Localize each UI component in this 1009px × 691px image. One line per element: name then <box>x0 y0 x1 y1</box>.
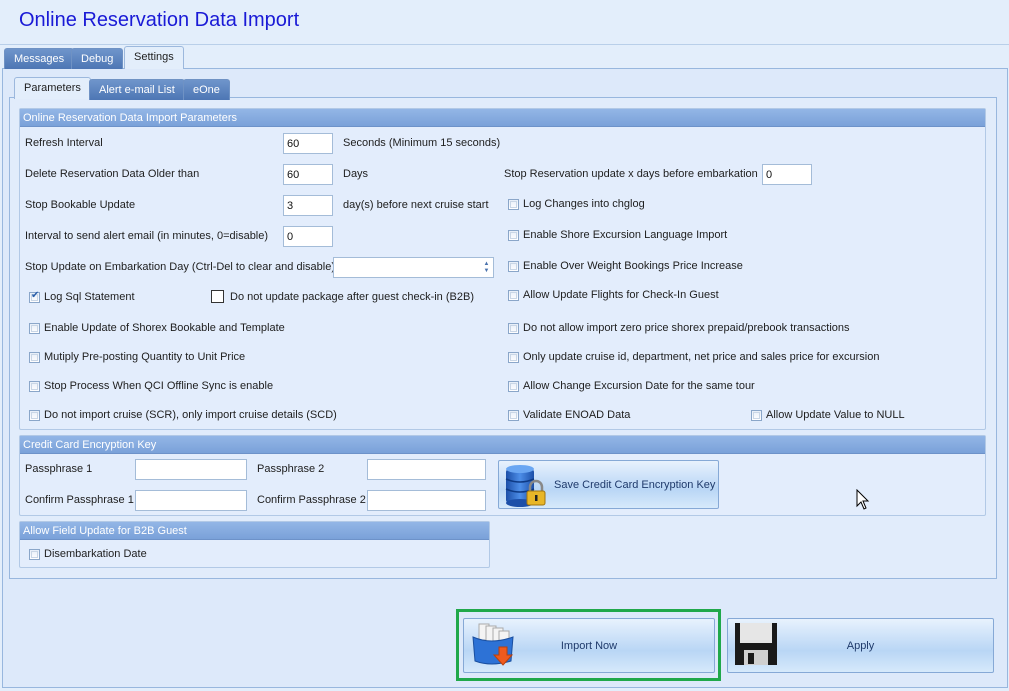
shorex-bookable-checkbox[interactable]: Enable Update of Shorex Bookable and Tem… <box>29 322 285 334</box>
passphrase2-input[interactable] <box>367 459 486 480</box>
tab-debug[interactable]: Debug <box>71 48 124 69</box>
checkbox-label: Validate ENOAD Data <box>523 409 631 421</box>
checkbox-icon <box>508 351 519 363</box>
tab-messages[interactable]: Messages <box>4 48 75 69</box>
apply-label: Apply <box>846 639 875 652</box>
save-encryption-key-button[interactable]: Save Credit Card Encryption Key <box>498 460 719 509</box>
stop-embark-day-label: Stop Update on Embarkation Day (Ctrl-Del… <box>25 261 335 273</box>
passphrase1-label: Passphrase 1 <box>25 463 93 475</box>
shore-excursion-language-checkbox[interactable]: Enable Shore Excursion Language Import <box>508 229 727 241</box>
checkbox-icon <box>508 409 519 421</box>
b2b-field-update-group: Allow Field Update for B2B Guest <box>19 521 490 568</box>
stop-qci-sync-checkbox[interactable]: Stop Process When QCI Offline Sync is en… <box>29 380 273 392</box>
checkbox-icon <box>29 548 40 560</box>
stop-bookable-suffix: day(s) before next cruise start <box>343 199 489 211</box>
delete-older-suffix: Days <box>343 168 369 180</box>
apply-button[interactable]: Apply <box>727 618 994 673</box>
checkbox-icon <box>508 198 519 210</box>
b2b-package-checkbox[interactable]: Do not update package after guest check-… <box>211 290 474 303</box>
checkbox-label: Allow Change Excursion Date for the same… <box>523 380 755 392</box>
log-changes-checkbox[interactable]: Log Changes into chglog <box>508 198 645 210</box>
import-now-button[interactable]: Import Now <box>463 618 715 673</box>
delete-older-input[interactable] <box>283 164 333 185</box>
log-sql-statement-checkbox[interactable]: Log Sql Statement <box>29 290 135 303</box>
title-divider <box>0 44 1009 45</box>
checkbox-label: Only update cruise id, department, net p… <box>523 351 880 363</box>
over-weight-price-checkbox[interactable]: Enable Over Weight Bookings Price Increa… <box>508 260 743 272</box>
spinner-arrows-icon[interactable]: ▲ ▼ <box>483 261 490 275</box>
mouse-cursor-icon <box>856 489 870 510</box>
checkbox-icon <box>29 380 40 392</box>
allow-null-checkbox[interactable]: Allow Update Value to NULL <box>751 409 905 421</box>
checkbox-label: Enable Over Weight Bookings Price Increa… <box>523 260 743 272</box>
checkbox-label: Do not import cruise (SCR), only import … <box>44 409 337 421</box>
checkbox-icon <box>29 351 40 363</box>
update-cruise-id-checkbox[interactable]: Only update cruise id, department, net p… <box>508 351 879 363</box>
checkbox-icon <box>508 289 519 301</box>
checkbox-icon <box>508 322 519 334</box>
stop-embark-day-spinner[interactable]: ▲ ▼ <box>333 257 494 278</box>
checkbox-label: Log Changes into chglog <box>523 198 645 210</box>
checkbox-icon <box>508 380 519 392</box>
group-header: Online Reservation Data Import Parameter… <box>20 109 985 127</box>
update-flights-checkbox[interactable]: Allow Update Flights for Check-In Guest <box>508 289 719 301</box>
checkbox-label: Disembarkation Date <box>44 548 147 560</box>
group-header: Allow Field Update for B2B Guest <box>20 522 489 540</box>
database-lock-icon <box>505 465 546 507</box>
tab-alert-email-list[interactable]: Alert e-mail List <box>89 79 185 100</box>
passphrase2-label: Passphrase 2 <box>257 463 325 475</box>
save-encryption-key-label: Save Credit Card Encryption Key <box>554 478 716 491</box>
window-title: Online Reservation Data Import <box>19 9 300 31</box>
confirm-passphrase1-label: Confirm Passphrase 1 <box>25 494 134 506</box>
checkbox-label: Do not update package after guest check-… <box>230 290 474 303</box>
checkbox-label: Log Sql Statement <box>44 291 135 303</box>
refresh-interval-suffix: Seconds (Minimum 15 seconds) <box>343 137 501 149</box>
disembarkation-date-checkbox[interactable]: Disembarkation Date <box>29 548 147 560</box>
alert-interval-input[interactable] <box>283 226 333 247</box>
refresh-interval-input[interactable] <box>283 133 333 154</box>
checkbox-icon <box>508 260 519 272</box>
group-header: Credit Card Encryption Key <box>20 436 985 454</box>
checkbox-label: Do not allow import zero price shorex pr… <box>523 322 850 334</box>
checkbox-label: Allow Update Flights for Check-In Guest <box>523 289 719 301</box>
stop-bookable-label: Stop Bookable Update <box>25 199 136 211</box>
tab-parameters[interactable]: Parameters <box>14 77 91 99</box>
zero-price-shorex-checkbox[interactable]: Do not allow import zero price shorex pr… <box>508 322 850 334</box>
passphrase1-input[interactable] <box>135 459 247 480</box>
checkbox-label: Mutiply Pre-posting Quantity to Unit Pri… <box>44 351 246 363</box>
tab-settings[interactable]: Settings <box>124 46 184 69</box>
confirm-passphrase2-input[interactable] <box>367 490 486 511</box>
confirm-passphrase1-input[interactable] <box>135 490 247 511</box>
validate-enoad-checkbox[interactable]: Validate ENOAD Data <box>508 409 630 421</box>
checkbox-icon <box>29 409 40 421</box>
alert-interval-label: Interval to send alert email (in minutes… <box>25 230 269 242</box>
stop-reservation-days-label: Stop Reservation update x days before em… <box>504 168 758 180</box>
change-excursion-date-checkbox[interactable]: Allow Change Excursion Date for the same… <box>508 380 755 392</box>
checkbox-label: Enable Update of Shorex Bookable and Tem… <box>44 322 285 334</box>
confirm-passphrase2-label: Confirm Passphrase 2 <box>257 494 366 506</box>
checkbox-checked-icon <box>29 290 40 303</box>
no-import-cruise-checkbox[interactable]: Do not import cruise (SCR), only import … <box>29 409 337 421</box>
checkbox-icon <box>508 229 519 241</box>
checkbox-label: Stop Process When QCI Offline Sync is en… <box>44 380 274 392</box>
stop-bookable-input[interactable] <box>283 195 333 216</box>
checkbox-icon <box>751 409 762 421</box>
checkbox-icon <box>211 290 224 303</box>
checkbox-icon <box>29 322 40 334</box>
multiply-preposting-checkbox[interactable]: Mutiply Pre-posting Quantity to Unit Pri… <box>29 351 245 363</box>
stop-reservation-days-input[interactable] <box>762 164 812 185</box>
checkbox-label: Enable Shore Excursion Language Import <box>523 229 728 241</box>
tab-eone[interactable]: eOne <box>183 79 230 100</box>
checkbox-label: Allow Update Value to NULL <box>766 409 905 421</box>
refresh-interval-label: Refresh Interval <box>25 137 103 149</box>
import-now-label: Import Now <box>560 639 618 652</box>
delete-older-label: Delete Reservation Data Older than <box>25 168 200 180</box>
